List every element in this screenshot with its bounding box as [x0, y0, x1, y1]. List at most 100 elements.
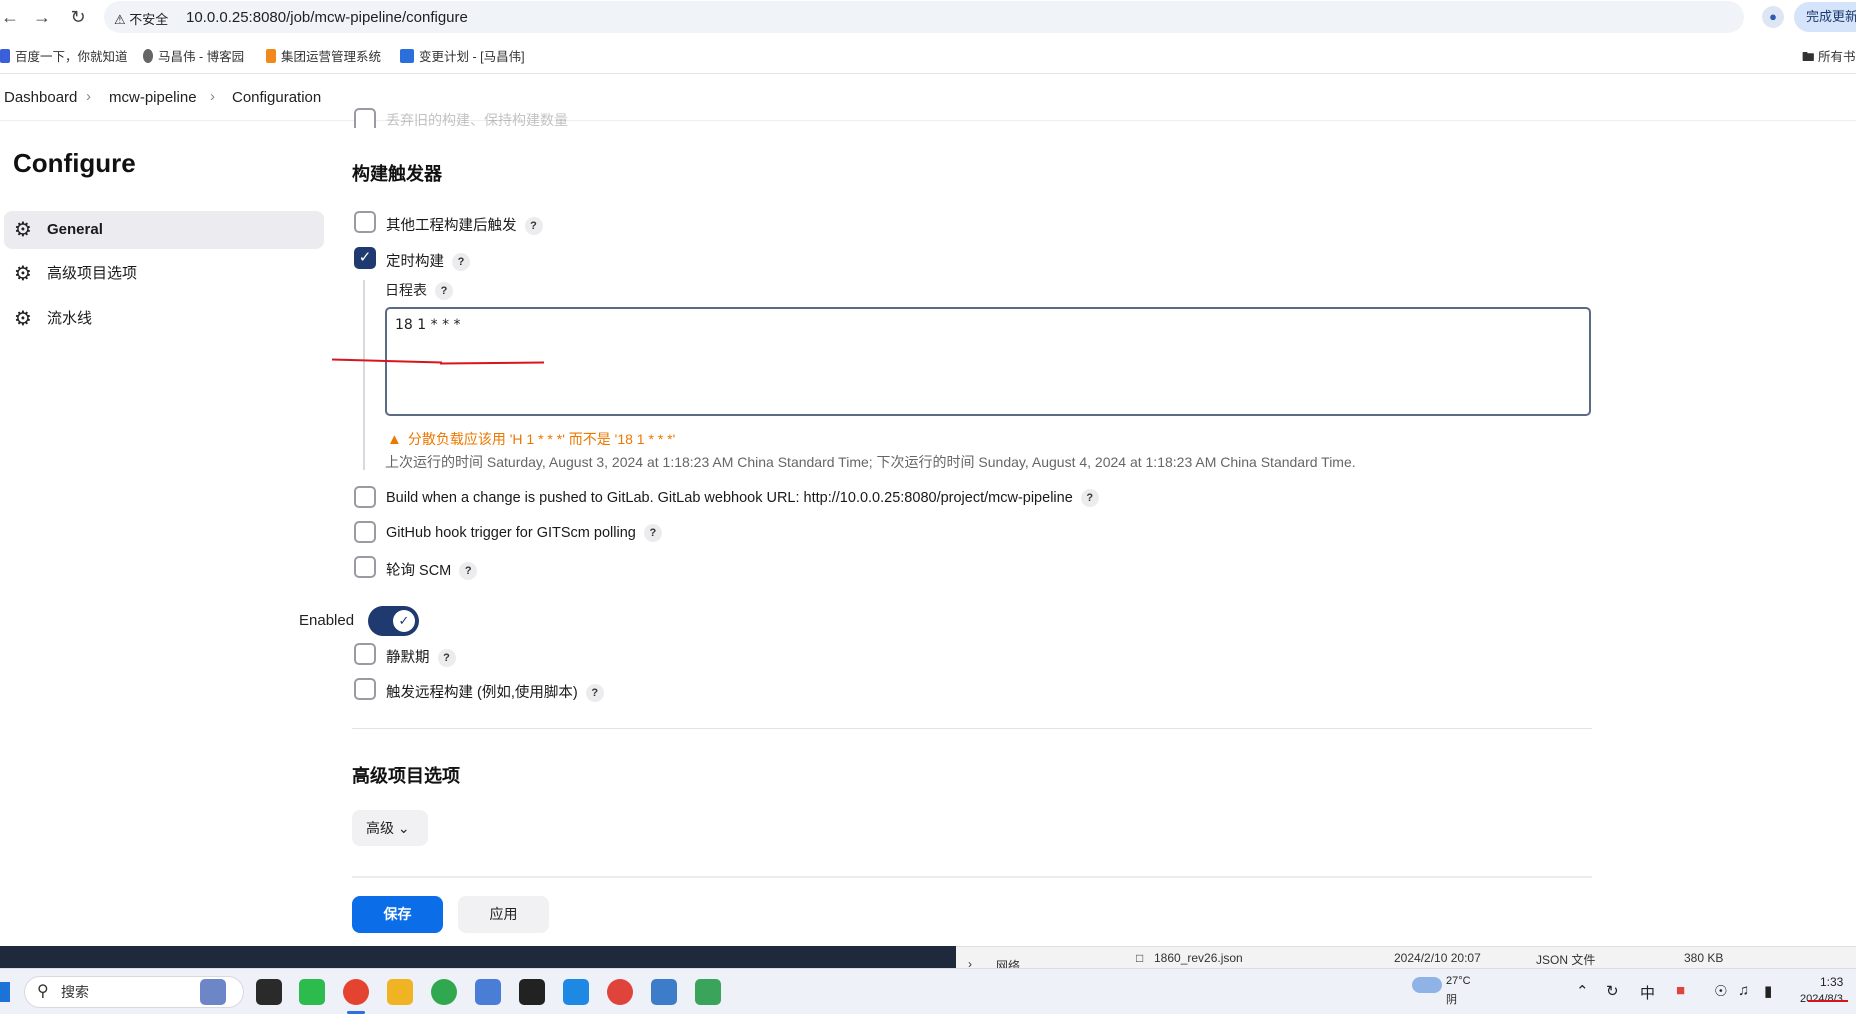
url-text[interactable]: 10.0.0.25:8080/job/mcw-pipeline/configur…: [186, 9, 468, 26]
gear-icon: ⚙: [14, 219, 32, 241]
trigger-after-other-projects-label: 其他工程构建后触发?: [386, 214, 543, 235]
trigger-after-other-projects-checkbox[interactable]: [354, 211, 376, 233]
option-text: 轮询 SCM: [386, 563, 452, 579]
taskbar: ⚲ 搜索 27°C 阴 ⌃ ↻ 中 ■ ☉ ♫ ▮ 1:33 2024/8/3: [0, 968, 1856, 1014]
breadcrumb-dashboard[interactable]: Dashboard: [4, 89, 77, 106]
chrome-icon[interactable]: [343, 979, 369, 1005]
file-explorer-row[interactable]: › 网络 □ 1860_rev26.json 2024/2/10 20:07 J…: [956, 946, 1856, 973]
remote-trigger-checkbox[interactable]: [354, 678, 376, 700]
help-icon[interactable]: ?: [452, 253, 470, 271]
bookmark-label: 百度一下，你就知道: [15, 50, 128, 64]
profile-avatar-icon[interactable]: ●: [1762, 6, 1784, 28]
gitlab-push-label: Build when a change is pushed to GitLab.…: [386, 489, 1099, 507]
volume-icon[interactable]: ♫: [1738, 982, 1749, 999]
ime-indicator[interactable]: 中: [1640, 982, 1655, 1003]
chevron-right-icon: ›: [86, 88, 91, 105]
help-icon[interactable]: ?: [435, 282, 453, 300]
folder-icon: 🖿: [1802, 50, 1815, 64]
network-app-icon[interactable]: [475, 979, 501, 1005]
bookmark-label: 集团运营管理系统: [281, 50, 382, 64]
address-bar[interactable]: ⚠ 不安全 10.0.0.25:8080/job/mcw-pipeline/co…: [104, 1, 1830, 33]
gitlab-push-checkbox[interactable]: [354, 486, 376, 508]
chevron-down-icon: ⌄: [397, 820, 410, 836]
option-text: 触发远程构建 (例如,使用脚本): [386, 685, 578, 701]
help-icon[interactable]: ?: [437, 649, 456, 667]
remote-desktop-icon[interactable]: [563, 979, 589, 1005]
clock-time[interactable]: 1:33: [1820, 975, 1843, 989]
monitor-app-icon[interactable]: [651, 979, 677, 1005]
all-bookmarks[interactable]: 🖿 所有书: [1802, 46, 1856, 69]
option-text: 静默期: [386, 650, 430, 666]
option-text: Build when a change is pushed to GitLab.…: [386, 490, 1073, 506]
sidebar-item-label: General: [47, 221, 103, 238]
github-hook-checkbox[interactable]: [354, 521, 376, 543]
file-date: 2024/2/10 20:07: [1394, 951, 1481, 965]
windows-start-icon[interactable]: [0, 982, 10, 1002]
check-icon: ✓: [393, 610, 415, 632]
help-icon[interactable]: ?: [585, 684, 604, 702]
discard-builds-label: 丢弃旧的构建、保持构建数量: [386, 112, 568, 128]
schedule-label-text: 日程表: [385, 282, 427, 298]
chevron-up-icon[interactable]: ⌃: [1576, 982, 1589, 1000]
help-icon[interactable]: ?: [459, 562, 478, 580]
advanced-dropdown-button[interactable]: 高级 ⌄: [352, 810, 428, 846]
poll-scm-label: 轮询 SCM?: [386, 559, 478, 580]
chevron-right-icon: ›: [210, 88, 215, 105]
sidebar-item-label: 流水线: [47, 310, 93, 327]
battery-icon[interactable]: ▮: [1764, 982, 1772, 1000]
chrome-alt-icon[interactable]: [431, 979, 457, 1005]
poll-scm-checkbox[interactable]: [354, 556, 376, 578]
clock-date[interactable]: 2024/8/3: [1800, 993, 1843, 1005]
back-icon[interactable]: ←: [0, 7, 20, 27]
terminal-icon[interactable]: [519, 979, 545, 1005]
quiet-period-checkbox[interactable]: [354, 643, 376, 665]
help-icon[interactable]: ?: [643, 524, 662, 542]
schedule-textarea[interactable]: 18 1 * * *: [385, 307, 1591, 416]
wifi-icon[interactable]: ☉: [1714, 982, 1727, 1000]
background-window: [0, 946, 956, 968]
option-text: 定时构建: [386, 254, 444, 270]
media-app-icon[interactable]: [607, 979, 633, 1005]
bookmark-label: 变更计划 - [马昌伟]: [419, 50, 525, 64]
section-divider: [352, 728, 1592, 729]
forward-icon[interactable]: →: [32, 7, 52, 27]
section-divider: [352, 876, 1592, 878]
file-name: 1860_rev26.json: [1154, 951, 1243, 965]
help-icon[interactable]: ?: [524, 217, 543, 235]
red-annotation-stroke: [1808, 1000, 1848, 1002]
reload-icon[interactable]: ↻: [68, 7, 88, 27]
sidebar-item-advanced[interactable]: ⚙ 高级项目选项: [4, 255, 324, 293]
sidebar-item-general[interactable]: ⚙ General: [4, 211, 324, 249]
wechat-icon[interactable]: [299, 979, 325, 1005]
section-heading-advanced: 高级项目选项: [352, 766, 460, 786]
enabled-toggle[interactable]: ✓: [368, 606, 419, 636]
sidebar-item-label: 高级项目选项: [47, 265, 138, 282]
update-button[interactable]: 完成更新: [1794, 2, 1856, 32]
help-icon[interactable]: ?: [1080, 489, 1099, 507]
breadcrumb-job[interactable]: mcw-pipeline: [109, 89, 197, 106]
editor-app-icon[interactable]: [695, 979, 721, 1005]
antivirus-icon[interactable]: ■: [1676, 982, 1685, 999]
bookmark-baidu[interactable]: 百度一下，你就知道: [0, 46, 128, 65]
file-explorer-icon[interactable]: [387, 979, 413, 1005]
bookmark-ops-system[interactable]: 集团运营管理系统: [266, 46, 381, 65]
save-button[interactable]: 保存: [352, 896, 443, 933]
taskbar-widget-icon[interactable]: [200, 979, 226, 1005]
apply-button[interactable]: 应用: [458, 896, 549, 933]
bookmark-cnblogs[interactable]: 马昌伟 - 博客园: [143, 46, 244, 65]
sidebar-item-pipeline[interactable]: ⚙ 流水线: [4, 300, 324, 338]
build-periodically-checkbox[interactable]: ✓: [354, 247, 376, 269]
discard-builds-checkbox[interactable]: [354, 108, 376, 128]
baidu-paw-icon: [0, 49, 10, 63]
cloud-icon[interactable]: [1412, 977, 1442, 993]
weather-condition: 阴: [1446, 994, 1457, 1006]
weather-temperature: 27°C: [1446, 975, 1471, 987]
sync-icon[interactable]: ↻: [1606, 982, 1619, 1000]
bookmarks-bar: 百度一下，你就知道 马昌伟 - 博客园 集团运营管理系统 变更计划 - [马昌伟…: [0, 34, 1856, 74]
security-indicator[interactable]: ⚠ 不安全: [114, 9, 168, 28]
breadcrumb-configuration[interactable]: Configuration: [232, 89, 321, 106]
bookmark-change-plan[interactable]: 变更计划 - [马昌伟]: [400, 46, 525, 65]
task-view-icon[interactable]: [256, 979, 282, 1005]
schedule-label: 日程表?: [385, 280, 453, 300]
browser-toolbar: ← → ↻ ⚠ 不安全 10.0.0.25:8080/job/mcw-pipel…: [0, 0, 1856, 34]
